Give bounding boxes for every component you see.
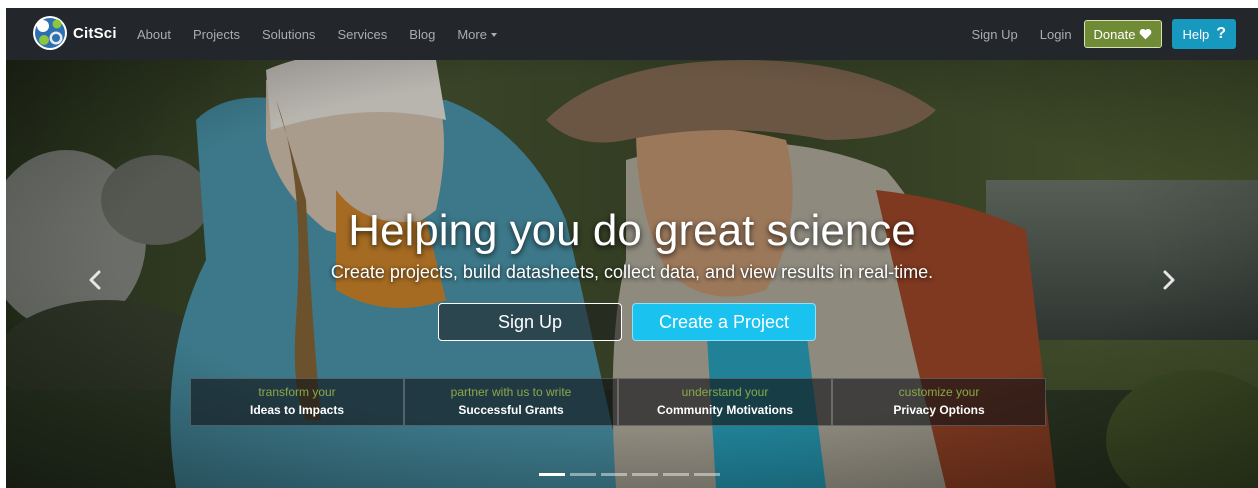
hero-sign-up-button[interactable]: Sign Up [438,303,622,341]
account-nav: Sign Up Login Donate Help ? [949,8,1236,60]
feature-heading: Privacy Options [893,403,985,417]
chevron-left-icon[interactable] [84,268,108,292]
nav-about[interactable]: About [137,27,171,42]
carousel-indicator[interactable] [632,473,658,476]
help-label: Help [1182,26,1210,42]
hero-carousel: Helping you do great science Create proj… [6,60,1258,488]
citsci-logo[interactable] [32,14,68,52]
create-project-button[interactable]: Create a Project [632,303,816,341]
caret-down-icon [490,33,497,38]
carousel-indicator[interactable] [694,473,720,476]
carousel-indicator[interactable] [663,473,689,476]
chevron-right-icon[interactable] [1156,268,1180,292]
feature-kicker: transform your [258,385,336,399]
page-frame: CitSci About Projects Solutions Services… [6,8,1258,488]
top-navbar: CitSci About Projects Solutions Services… [6,8,1258,60]
feature-heading: Community Motivations [656,403,793,417]
carousel-indicator[interactable] [601,473,627,476]
feature-kicker: partner with us to write [450,385,572,399]
nav-more-dropdown[interactable]: More [457,27,497,42]
hero-subtitle: Create projects, build datasheets, colle… [330,262,934,282]
feature-privacy-options[interactable]: customize your Privacy Options [832,378,1046,426]
nav-login[interactable]: Login [1040,27,1072,42]
nav-blog[interactable]: Blog [409,27,435,42]
carousel-indicator[interactable] [539,473,565,476]
brand-name[interactable]: CitSci [73,25,117,42]
carousel-indicators [539,473,725,476]
feature-successful-grants[interactable]: partner with us to write Successful Gran… [404,378,618,426]
carousel-indicator[interactable] [570,473,596,476]
nav-more-label: More [457,26,487,42]
feature-community-motivations[interactable]: understand your Community Motivations [618,378,832,426]
heart-icon [1139,28,1152,40]
feature-ideas-to-impacts[interactable]: transform your Ideas to Impacts [190,378,404,426]
feature-strip: transform your Ideas to Impacts partner … [190,378,1046,426]
hero-title: Helping you do great science [348,206,916,255]
primary-nav: About Projects Solutions Services Blog M… [137,8,519,60]
donate-label: Donate [1093,26,1136,42]
feature-kicker: understand your [681,385,769,399]
help-button[interactable]: Help ? [1172,19,1236,49]
feature-heading: Successful Grants [458,403,564,417]
feature-kicker: customize your [898,385,980,399]
nav-services[interactable]: Services [337,27,387,42]
question-icon: ? [1216,25,1226,42]
donate-button[interactable]: Donate [1083,20,1163,48]
nav-sign-up[interactable]: Sign Up [971,27,1017,42]
nav-projects[interactable]: Projects [193,27,240,42]
feature-heading: Ideas to Impacts [249,403,345,417]
nav-solutions[interactable]: Solutions [262,27,315,42]
